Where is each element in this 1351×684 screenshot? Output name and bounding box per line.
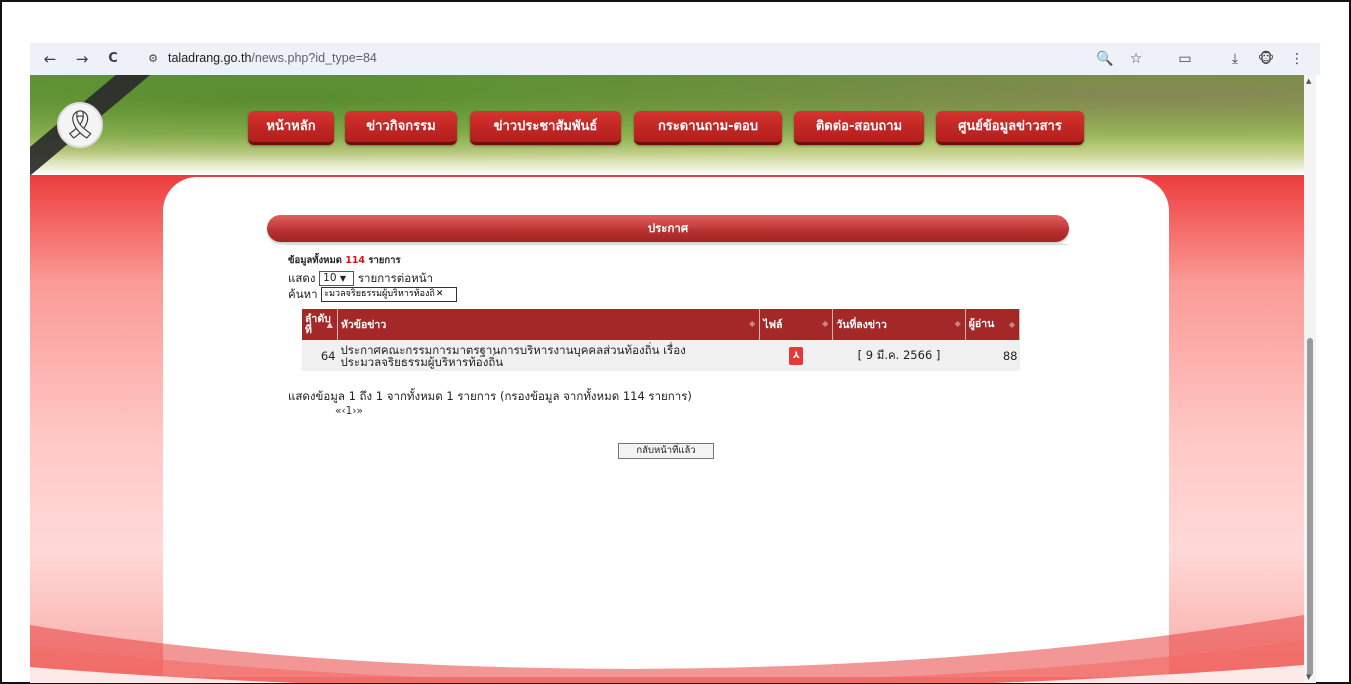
total-suffix: รายการ	[368, 255, 401, 266]
search-value: ะมวลจริยธรรมผู้บริหารท้องถิ่	[324, 289, 435, 299]
page-size-select[interactable]: 10 ▼	[319, 271, 355, 286]
total-prefix: ข้อมูลทั้งหมด	[288, 255, 342, 266]
page-size-value: 10	[323, 272, 337, 284]
menu-activities[interactable]: ข่าวกิจกรรม	[345, 111, 457, 145]
mourning-ribbon-icon: 🎗	[57, 102, 103, 148]
scroll-down-icon[interactable]: ▼	[1306, 673, 1311, 681]
table-row: 64 ประกาศคณะกรรมการมาตรฐานการบริหารงานบุ…	[302, 340, 1020, 371]
col-header-title-label: หัวข้อข่าว	[340, 319, 387, 331]
search-input[interactable]: ะมวลจริยธรรมผู้บริหารท้องถิ่✕	[321, 287, 458, 302]
show-label: แสดง	[288, 271, 316, 285]
chevron-down-icon: ▼	[339, 274, 347, 283]
news-date: [ 9 มี.ค. 2566 ]	[832, 340, 966, 371]
content-card	[163, 177, 1169, 677]
download-icon[interactable]: ⤓	[1226, 50, 1244, 68]
screenshot-frame: ← → C ⚙ taladrang.go.th/news.php?id_type…	[0, 0, 1351, 684]
table-header-row: ลำดับที่ ▲ หัวข้อข่าว ◆ ไฟล์ ◆ วันที่ลงข่าว…	[302, 309, 1021, 340]
zoom-icon[interactable]: 🔍	[1096, 50, 1114, 68]
menu-contact[interactable]: ติดต่อ-สอบถาม	[794, 111, 924, 145]
col-header-file[interactable]: ไฟล์ ◆	[759, 309, 834, 340]
scrollbar-thumb[interactable]	[1307, 338, 1313, 676]
news-table: ลำดับที่ ▲ หัวข้อข่าว ◆ ไฟล์ ◆ วันที่ลงข่าว…	[302, 309, 1021, 371]
col-header-readers[interactable]: ผู้อ่าน ◆	[965, 309, 1021, 340]
reload-icon[interactable]: C	[103, 49, 123, 69]
table-summary: แสดงข้อมูล 1 ถึง 1 จากทั้งหมด 1 รายการ (…	[288, 389, 692, 403]
profile-avatar-icon[interactable]: 🐵	[1257, 50, 1275, 68]
site-info-icon[interactable]: ⚙	[144, 50, 162, 68]
pdf-icon[interactable]: ⅄	[789, 346, 804, 365]
google-lens-icon[interactable]: ▭	[1176, 50, 1194, 68]
menu-webboard[interactable]: กระดานถาม-ตอบ	[634, 111, 782, 145]
page-viewport: 🎗 หน้าหลัก ข่าวกิจกรรม ข่าวประชาสัมพันธ์…	[30, 75, 1304, 683]
url-path: /news.php?id_type=84	[251, 51, 377, 65]
total-records: ข้อมูลทั้งหมด 114 รายการ	[288, 253, 401, 268]
forward-icon[interactable]: →	[72, 49, 92, 69]
browser-menu-icon[interactable]: ⋮	[1288, 50, 1306, 68]
url-text[interactable]: taladrang.go.th/news.php?id_type=84	[168, 51, 377, 65]
bottom-swoosh-decoration	[30, 615, 1304, 683]
file-cell: ⅄	[759, 340, 833, 371]
row-number: 64	[302, 340, 338, 371]
search-label: ค้นหา	[288, 287, 318, 301]
sort-icon: ◆	[822, 319, 829, 328]
search-control: ค้นหา ะมวลจริยธรรมผู้บริหารท้องถิ่✕	[288, 286, 458, 304]
news-title-link[interactable]: ประกาศคณะกรรมการมาตรฐานการบริหารงานบุคคล…	[337, 340, 760, 371]
col-header-readers-label: ผู้อ่าน	[968, 318, 995, 330]
bookmark-star-icon[interactable]: ☆	[1127, 50, 1145, 68]
pager-last[interactable]: »	[357, 405, 363, 417]
col-header-date[interactable]: วันที่ลงข่าว ◆	[832, 309, 966, 340]
reader-count: 88	[965, 340, 1020, 371]
back-button[interactable]: กลับหน้าที่แล้ว	[618, 443, 714, 459]
menu-info-center[interactable]: ศูนย์ข้อมูลข่าวสาร	[936, 111, 1084, 145]
menu-home[interactable]: หน้าหลัก	[248, 111, 334, 145]
section-title: ประกาศ	[647, 221, 689, 235]
address-bar[interactable]: ⚙ taladrang.go.th/news.php?id_type=84	[138, 46, 1198, 72]
pagination: «‹1›»	[335, 405, 363, 417]
sort-icon: ◆	[1008, 320, 1015, 329]
total-count: 114	[345, 255, 366, 266]
section-divider	[286, 244, 1068, 245]
news-title-line1: ประกาศคณะกรรมการมาตรฐานการบริหารงานบุคคล…	[340, 342, 686, 357]
col-header-date-label: วันที่ลงข่าว	[836, 319, 887, 331]
scroll-up-icon[interactable]: ▲	[1306, 77, 1311, 85]
section-header-bar: ประกาศ	[267, 215, 1069, 242]
news-title-line2: ประมวลจริยธรรมผู้บริหารท้องถิ่น	[340, 354, 504, 369]
page-scrollbar[interactable]: ▲ ▼	[1304, 75, 1316, 683]
sort-icon: ◆	[749, 319, 756, 328]
col-header-file-label: ไฟล์	[763, 319, 783, 331]
col-header-title[interactable]: หัวข้อข่าว ◆	[337, 309, 761, 340]
url-host: taladrang.go.th	[168, 51, 252, 65]
back-icon[interactable]: ←	[40, 49, 60, 69]
col-header-no[interactable]: ลำดับที่ ▲	[302, 309, 338, 340]
sort-asc-icon: ▲	[326, 320, 333, 329]
sort-icon: ◆	[954, 319, 961, 328]
menu-public-relations[interactable]: ข่าวประชาสัมพันธ์	[470, 111, 621, 145]
per-page-label: รายการต่อหน้า	[357, 271, 434, 285]
clear-search-icon[interactable]: ✕	[436, 289, 444, 299]
browser-toolbar: ← → C ⚙ taladrang.go.th/news.php?id_type…	[30, 43, 1320, 75]
